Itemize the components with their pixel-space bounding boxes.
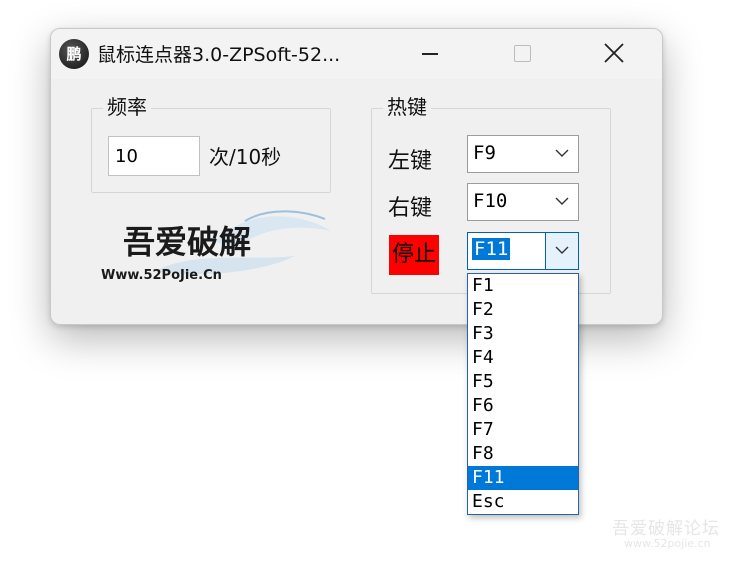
stop-hotkey-value: F11 bbox=[472, 238, 511, 260]
dropdown-option[interactable]: F8 bbox=[468, 442, 578, 466]
right-hotkey-value: F10 bbox=[473, 190, 508, 212]
dropdown-option[interactable]: F4 bbox=[468, 346, 578, 370]
title-bar[interactable]: 鹏 鼠标连点器3.0-ZPSoft-52... bbox=[51, 29, 662, 79]
app-icon: 鹏 bbox=[59, 39, 89, 69]
left-hotkey-value: F9 bbox=[473, 142, 496, 164]
close-icon bbox=[604, 43, 624, 63]
stop-hotkey-select[interactable]: F11 bbox=[467, 232, 579, 270]
dropdown-option[interactable]: F6 bbox=[468, 394, 578, 418]
52pojie-logo: 吾爱破解 Www.52PoJie.Cn bbox=[101, 210, 331, 283]
logo-text: 吾爱破解 bbox=[123, 223, 251, 261]
window-title: 鼠标连点器3.0-ZPSoft-52... bbox=[97, 44, 341, 66]
dropdown-option[interactable]: Esc bbox=[468, 490, 578, 514]
frequency-unit: 次/10秒 bbox=[209, 145, 282, 169]
left-hotkey-select[interactable]: F9 bbox=[467, 135, 579, 173]
hotkey-group-label: 热键 bbox=[383, 94, 431, 120]
hotkey-dropdown-list[interactable]: F1 F2 F3 F4 F5 F6 F7 F8 F11 Esc bbox=[467, 273, 579, 515]
stop-label: 停止 bbox=[389, 235, 440, 275]
chevron-down-icon bbox=[555, 197, 569, 205]
watermark-url: www.52pojie.cn bbox=[624, 537, 711, 550]
frequency-group-label: 频率 bbox=[103, 94, 151, 120]
watermark-text: 吾爱破解论坛 bbox=[612, 519, 720, 539]
dropdown-option[interactable]: F3 bbox=[468, 322, 578, 346]
dropdown-option[interactable]: F5 bbox=[468, 370, 578, 394]
right-click-label: 右键 bbox=[388, 196, 433, 221]
dropdown-option[interactable]: F1 bbox=[468, 274, 578, 298]
left-click-label: 左键 bbox=[388, 149, 433, 174]
right-hotkey-select[interactable]: F10 bbox=[467, 183, 579, 221]
dropdown-option[interactable]: F2 bbox=[468, 298, 578, 322]
minimize-button[interactable] bbox=[407, 35, 453, 71]
chevron-down-icon bbox=[555, 246, 569, 254]
logo-url: Www.52PoJie.Cn bbox=[101, 268, 222, 283]
frequency-input[interactable] bbox=[108, 136, 200, 176]
minimize-icon bbox=[422, 53, 438, 55]
close-button[interactable] bbox=[591, 35, 637, 71]
dropdown-option-selected[interactable]: F11 bbox=[468, 466, 578, 490]
dropdown-option[interactable]: F7 bbox=[468, 418, 578, 442]
chevron-down-icon bbox=[555, 149, 569, 157]
maximize-icon bbox=[514, 45, 531, 62]
maximize-button[interactable] bbox=[499, 35, 545, 71]
